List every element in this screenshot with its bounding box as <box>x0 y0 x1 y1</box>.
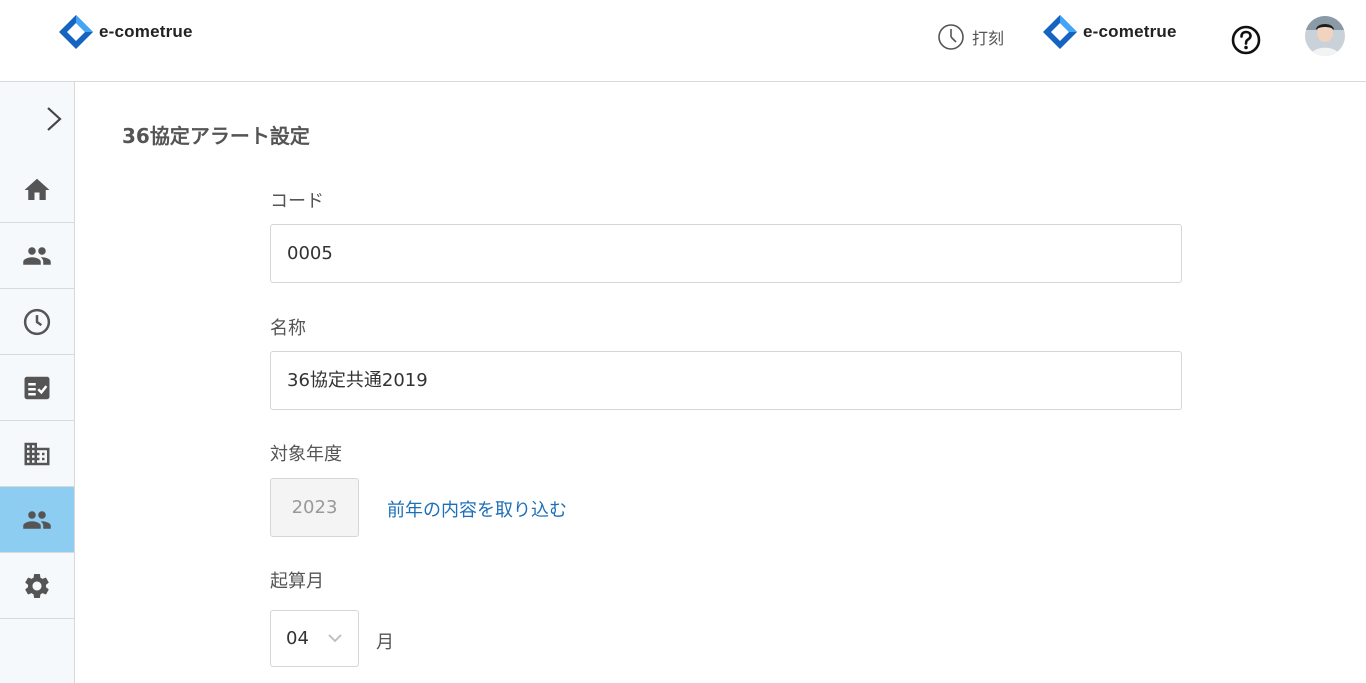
clock-icon <box>23 308 51 335</box>
clock-icon <box>938 24 964 50</box>
sidebar <box>0 82 75 683</box>
sidebar-item-settings[interactable] <box>0 553 74 619</box>
sidebar-item-organization[interactable] <box>0 421 74 487</box>
sidebar-item-employees[interactable] <box>0 223 74 289</box>
target-year-field: 2023 <box>270 478 359 537</box>
start-month-value: 04 <box>286 628 309 649</box>
company-logo-icon <box>1043 15 1077 49</box>
sidebar-item-attendance[interactable] <box>0 289 74 355</box>
top-header: e-cometrue 打刻 e-cometrue <box>0 0 1366 82</box>
company-logo-text: e-cometrue <box>1083 22 1177 41</box>
people-icon <box>23 246 51 265</box>
punch-label: 打刻 <box>972 29 1005 48</box>
chevron-down-icon <box>328 634 342 643</box>
brand-logo-icon <box>59 15 93 49</box>
code-label: コード <box>270 191 324 212</box>
page-title: 36協定アラート設定 <box>122 124 310 148</box>
name-input[interactable]: 36協定共通2019 <box>270 351 1182 410</box>
company-logo: e-cometrue <box>1042 14 1177 50</box>
start-month-select[interactable]: 04 <box>270 610 359 667</box>
gear-icon <box>25 573 49 598</box>
start-month-label: 起算月 <box>270 571 324 592</box>
checklist-icon <box>24 376 50 399</box>
name-label: 名称 <box>270 318 306 339</box>
building-icon <box>24 442 50 465</box>
chevron-right-icon[interactable] <box>44 106 64 132</box>
target-year-label: 対象年度 <box>270 444 342 465</box>
import-previous-year-link[interactable]: 前年の内容を取り込む <box>387 496 567 522</box>
brand-logo[interactable]: e-cometrue <box>58 14 193 50</box>
sidebar-item-labor-settings[interactable] <box>0 487 74 553</box>
brand-logo-text: e-cometrue <box>99 22 193 41</box>
user-avatar[interactable] <box>1305 16 1345 56</box>
question-circle-icon[interactable] <box>1230 24 1262 56</box>
sidebar-item-home[interactable] <box>0 157 74 223</box>
sidebar-item-approval[interactable] <box>0 355 74 421</box>
people-icon <box>23 510 51 529</box>
punch-button[interactable]: 打刻 <box>937 23 1004 51</box>
start-month-unit: 月 <box>376 632 394 653</box>
home-icon <box>24 178 50 200</box>
user-avatar-image <box>1305 16 1345 56</box>
code-input[interactable]: 0005 <box>270 224 1182 283</box>
